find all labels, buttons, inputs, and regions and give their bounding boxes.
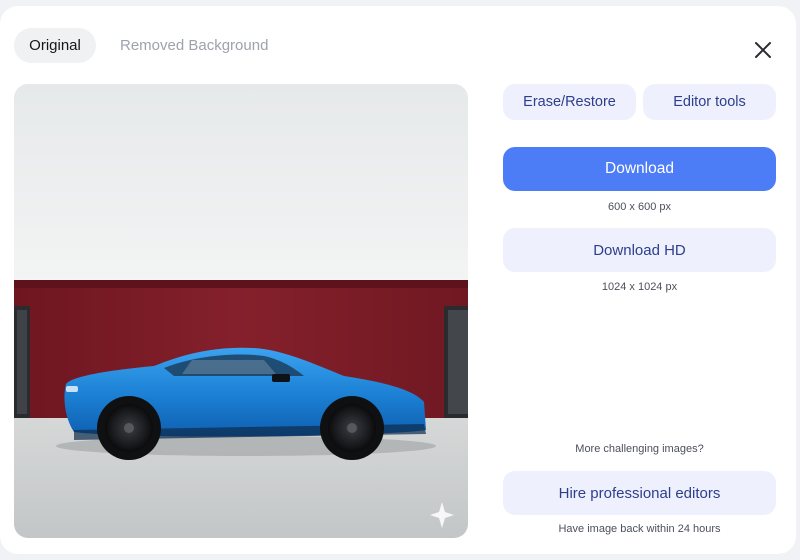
erase-restore-button[interactable]: Erase/Restore bbox=[503, 84, 636, 120]
car-photo bbox=[14, 84, 468, 538]
challenging-images-text: More challenging images? bbox=[575, 443, 704, 455]
download-hd-button[interactable]: Download HD bbox=[503, 228, 776, 272]
tab-original[interactable]: Original bbox=[14, 28, 96, 63]
download-hd-size-label: 1024 x 1024 px bbox=[601, 281, 678, 293]
hire-editors-button[interactable]: Hire professional editors bbox=[503, 471, 776, 515]
turnaround-note: Have image back within 24 hours bbox=[558, 523, 721, 535]
download-button[interactable]: Download bbox=[503, 147, 776, 191]
close-icon[interactable] bbox=[752, 39, 774, 61]
image-preview bbox=[14, 84, 468, 538]
tab-removed-background[interactable]: Removed Background bbox=[106, 28, 282, 63]
editor-tools-button[interactable]: Editor tools bbox=[643, 84, 776, 120]
download-size-label: 600 x 600 px bbox=[608, 201, 671, 213]
image-result-dialog: Original Removed Background Erase/Restor… bbox=[0, 6, 796, 554]
